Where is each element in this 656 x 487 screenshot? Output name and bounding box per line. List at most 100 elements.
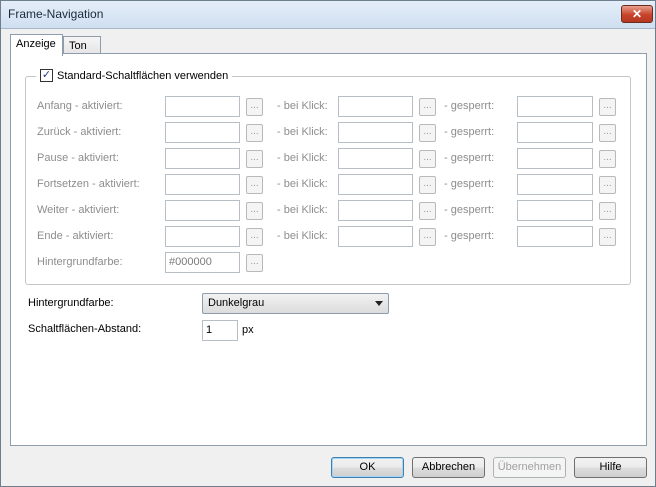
background-label: Hintergrundfarbe: bbox=[28, 297, 114, 309]
spacing-input[interactable]: 1 bbox=[202, 320, 238, 341]
click-label: - bei Klick: bbox=[277, 126, 328, 138]
locked-image-field[interactable] bbox=[517, 96, 593, 117]
activated-image-field[interactable] bbox=[165, 226, 240, 247]
ellipsis-icon: ... bbox=[250, 100, 259, 111]
click-label: - bei Klick: bbox=[277, 204, 328, 216]
browse-button[interactable]: ... bbox=[599, 202, 616, 220]
row-label: Fortsetzen - aktiviert: bbox=[37, 178, 140, 190]
activated-image-field[interactable] bbox=[165, 148, 240, 169]
click-image-field[interactable] bbox=[338, 96, 413, 117]
ellipsis-icon: ... bbox=[423, 204, 432, 215]
locked-image-field[interactable] bbox=[517, 122, 593, 143]
background-color-field[interactable]: #000000 bbox=[165, 252, 240, 273]
click-image-field[interactable] bbox=[338, 174, 413, 195]
activated-image-field[interactable] bbox=[165, 122, 240, 143]
click-label: - bei Klick: bbox=[277, 230, 328, 242]
browse-button[interactable]: ... bbox=[419, 124, 436, 142]
browse-button[interactable]: ... bbox=[419, 176, 436, 194]
tab-label: Ton bbox=[69, 40, 87, 52]
row-zurueck: Zurück - aktiviert: ... - bei Klick: ...… bbox=[26, 122, 630, 144]
browse-button[interactable]: ... bbox=[599, 228, 616, 246]
row-label: Zurück - aktiviert: bbox=[37, 126, 122, 138]
spacing-label: Schaltflächen-Abstand: bbox=[28, 323, 142, 335]
ellipsis-icon: ... bbox=[603, 152, 612, 163]
locked-label: - gesperrt: bbox=[444, 152, 495, 164]
click-image-field[interactable] bbox=[338, 226, 413, 247]
locked-image-field[interactable] bbox=[517, 200, 593, 221]
locked-label: - gesperrt: bbox=[444, 126, 495, 138]
row-weiter: Weiter - aktiviert: ... - bei Klick: ...… bbox=[26, 200, 630, 222]
help-button[interactable]: Hilfe bbox=[574, 457, 647, 478]
cancel-button[interactable]: Abbrechen bbox=[412, 457, 485, 478]
close-icon: ✕ bbox=[631, 7, 643, 21]
browse-button[interactable]: ... bbox=[246, 254, 263, 272]
ellipsis-icon: ... bbox=[250, 204, 259, 215]
ellipsis-icon: ... bbox=[423, 152, 432, 163]
browse-button[interactable]: ... bbox=[599, 98, 616, 116]
browse-button[interactable]: ... bbox=[246, 228, 263, 246]
ellipsis-icon: ... bbox=[603, 100, 612, 111]
locked-image-field[interactable] bbox=[517, 148, 593, 169]
browse-button[interactable]: ... bbox=[246, 176, 263, 194]
click-label: - bei Klick: bbox=[277, 178, 328, 190]
activated-image-field[interactable] bbox=[165, 174, 240, 195]
ellipsis-icon: ... bbox=[423, 178, 432, 189]
row-label: Anfang - aktiviert: bbox=[37, 100, 123, 112]
row-label: Weiter - aktiviert: bbox=[37, 204, 120, 216]
tab-panel-anzeige: ✓ Standard-Schaltflächen verwenden Anfan… bbox=[10, 53, 647, 446]
browse-button[interactable]: ... bbox=[246, 202, 263, 220]
browse-button[interactable]: ... bbox=[246, 124, 263, 142]
locked-image-field[interactable] bbox=[517, 226, 593, 247]
row-label: Ende - aktiviert: bbox=[37, 230, 114, 242]
row-pause: Pause - aktiviert: ... - bei Klick: ... … bbox=[26, 148, 630, 170]
locked-label: - gesperrt: bbox=[444, 230, 495, 242]
standard-buttons-checkbox[interactable]: ✓ bbox=[40, 69, 53, 82]
tab-anzeige[interactable]: Anzeige bbox=[10, 34, 63, 56]
click-image-field[interactable] bbox=[338, 200, 413, 221]
browse-button[interactable]: ... bbox=[599, 124, 616, 142]
background-color-label: Hintergrundfarbe: bbox=[37, 256, 123, 268]
browse-button[interactable]: ... bbox=[419, 98, 436, 116]
title-bar[interactable]: Frame-Navigation ✕ bbox=[1, 1, 655, 29]
ellipsis-icon: ... bbox=[250, 178, 259, 189]
ellipsis-icon: ... bbox=[250, 230, 259, 241]
click-label: - bei Klick: bbox=[277, 152, 328, 164]
ok-button[interactable]: OK bbox=[331, 457, 404, 478]
click-image-field[interactable] bbox=[338, 122, 413, 143]
browse-button[interactable]: ... bbox=[419, 228, 436, 246]
click-image-field[interactable] bbox=[338, 148, 413, 169]
row-ende: Ende - aktiviert: ... - bei Klick: ... -… bbox=[26, 226, 630, 248]
close-button[interactable]: ✕ bbox=[621, 5, 653, 23]
background-select-value: Dunkelgrau bbox=[208, 297, 265, 309]
browse-button[interactable]: ... bbox=[246, 150, 263, 168]
ellipsis-icon: ... bbox=[603, 178, 612, 189]
browse-button[interactable]: ... bbox=[419, 202, 436, 220]
apply-button[interactable]: Übernehmen bbox=[493, 457, 566, 478]
locked-label: - gesperrt: bbox=[444, 204, 495, 216]
browse-button[interactable]: ... bbox=[419, 150, 436, 168]
click-label: - bei Klick: bbox=[277, 100, 328, 112]
ellipsis-icon: ... bbox=[603, 204, 612, 215]
row-anfang: Anfang - aktiviert: ... - bei Klick: ...… bbox=[26, 96, 630, 118]
browse-button[interactable]: ... bbox=[599, 176, 616, 194]
window-title: Frame-Navigation bbox=[8, 7, 104, 21]
locked-label: - gesperrt: bbox=[444, 178, 495, 190]
ellipsis-icon: ... bbox=[250, 256, 259, 267]
ellipsis-icon: ... bbox=[603, 126, 612, 137]
browse-button[interactable]: ... bbox=[599, 150, 616, 168]
group-legend: ✓ Standard-Schaltflächen verwenden bbox=[36, 69, 233, 82]
row-background-color: Hintergrundfarbe: #000000 ... bbox=[26, 252, 630, 274]
ellipsis-icon: ... bbox=[423, 100, 432, 111]
activated-image-field[interactable] bbox=[165, 200, 240, 221]
activated-image-field[interactable] bbox=[165, 96, 240, 117]
dialog-window: Frame-Navigation ✕ Anzeige Ton ✓ Standar… bbox=[0, 0, 656, 487]
tab-label: Anzeige bbox=[16, 38, 56, 50]
ellipsis-icon: ... bbox=[423, 126, 432, 137]
locked-image-field[interactable] bbox=[517, 174, 593, 195]
ellipsis-icon: ... bbox=[603, 230, 612, 241]
check-icon: ✓ bbox=[41, 69, 52, 81]
browse-button[interactable]: ... bbox=[246, 98, 263, 116]
background-select[interactable]: Dunkelgrau bbox=[202, 293, 389, 314]
ellipsis-icon: ... bbox=[250, 126, 259, 137]
locked-label: - gesperrt: bbox=[444, 100, 495, 112]
